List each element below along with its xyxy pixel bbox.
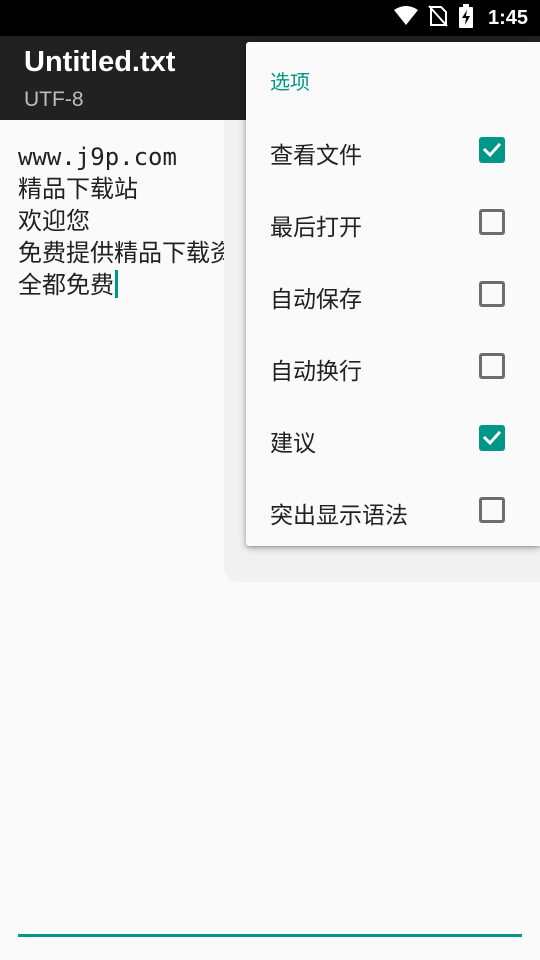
menu-item-auto-save[interactable]: 自动保存: [246, 258, 540, 330]
wifi-icon: [393, 6, 418, 30]
editor-line: 精品下载站: [18, 175, 138, 203]
status-time: 1:45: [487, 6, 528, 29]
checkbox-unchecked-icon[interactable]: [479, 281, 505, 307]
editor-line-last: 全都免费: [18, 269, 234, 301]
editor-underline: [18, 934, 522, 937]
editor-line-text: 全都免费: [18, 271, 114, 299]
menu-item-label: 最后打开: [270, 215, 362, 241]
menu-item-last-opened[interactable]: 最后打开: [246, 186, 540, 258]
options-menu: 选项 查看文件 最后打开 自动保存 自动换行 建议 突出显示语法: [246, 42, 540, 546]
menu-item-label: 自动保存: [270, 287, 362, 313]
menu-item-syntax-highlight[interactable]: 突出显示语法: [246, 474, 540, 546]
editor-line: www.j9p.com: [18, 143, 177, 171]
editor-line: 免费提供精品下载资: [18, 239, 234, 267]
encoding-label: UTF-8: [24, 88, 84, 111]
menu-item-view-file[interactable]: 查看文件: [246, 114, 540, 186]
checkbox-unchecked-icon[interactable]: [479, 209, 505, 235]
menu-item-label: 自动换行: [270, 359, 362, 385]
checkbox-checked-icon[interactable]: [479, 137, 505, 163]
menu-item-word-wrap[interactable]: 自动换行: [246, 330, 540, 402]
checkbox-unchecked-icon[interactable]: [479, 353, 505, 379]
checkbox-unchecked-icon[interactable]: [479, 497, 505, 523]
no-sim-icon: [428, 5, 448, 31]
menu-item-label: 突出显示语法: [270, 503, 408, 529]
status-icons: 1:45: [393, 0, 528, 36]
editor-line: 欢迎您: [18, 207, 90, 235]
menu-item-suggestions[interactable]: 建议: [246, 402, 540, 474]
battery-charging-icon: [458, 4, 474, 32]
menu-item-label: 查看文件: [270, 143, 362, 169]
editor-content[interactable]: www.j9p.com 精品下载站 欢迎您 免费提供精品下载资 全都免费: [18, 141, 234, 301]
text-cursor: [115, 270, 118, 298]
checkbox-checked-icon[interactable]: [479, 425, 505, 451]
status-bar: 1:45: [0, 0, 540, 36]
menu-header: 选项: [270, 70, 310, 94]
document-title: Untitled.txt: [24, 46, 176, 78]
menu-item-label: 建议: [270, 431, 316, 457]
